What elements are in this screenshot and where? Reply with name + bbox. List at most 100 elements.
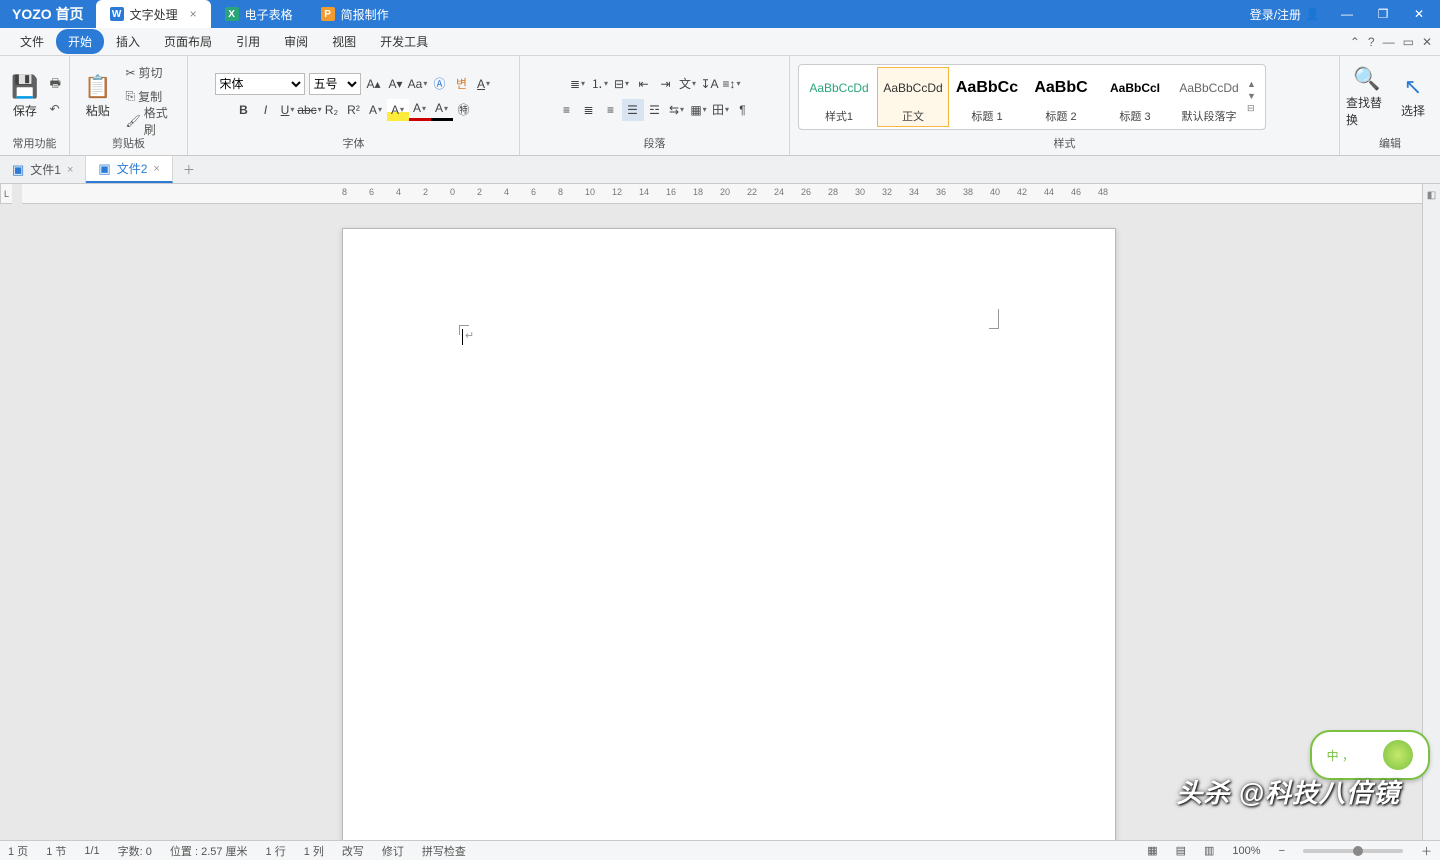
quick-print-button[interactable]: 🖶 xyxy=(46,73,65,97)
app-tab-文字处理[interactable]: W文字处理× xyxy=(96,0,211,28)
menu-插入[interactable]: 插入 xyxy=(104,29,152,54)
close-icon[interactable]: × xyxy=(67,164,73,176)
status-section[interactable]: 1 节 xyxy=(46,843,66,859)
bold-button[interactable]: B xyxy=(233,99,255,121)
close-icon[interactable]: × xyxy=(153,163,159,175)
sidepanel-toggle[interactable]: ◧ xyxy=(1426,190,1437,201)
superscript-button[interactable]: R² xyxy=(343,99,365,121)
window-close-icon[interactable]: ✕ xyxy=(1422,35,1432,49)
view-outline-button[interactable]: ▥ xyxy=(1204,844,1214,857)
document-page[interactable]: ↵ xyxy=(342,228,1116,840)
doc-tab-文件1[interactable]: ▣文件1× xyxy=(0,156,86,183)
select-button[interactable]: ↖选择 xyxy=(1390,72,1436,121)
styles-up[interactable]: ▲ xyxy=(1247,79,1261,89)
enclose-char-button[interactable]: ㊕ xyxy=(453,99,475,121)
font-name-select[interactable]: 宋体 xyxy=(215,73,305,95)
show-marks-button[interactable]: ¶ xyxy=(732,99,754,121)
status-position[interactable]: 位置 : 2.57 厘米 xyxy=(170,843,248,859)
clear-format-button[interactable]: Ⓐ xyxy=(429,73,451,95)
char-shading-button[interactable]: A xyxy=(431,99,453,121)
menu-开始[interactable]: 开始 xyxy=(56,29,104,54)
bullets-button[interactable]: ≣ xyxy=(567,73,589,95)
char-border-button[interactable]: A xyxy=(473,73,495,95)
change-case-button[interactable]: Aa xyxy=(407,73,429,95)
new-tab-button[interactable]: ＋ xyxy=(173,156,205,183)
window-restore-icon[interactable]: ▭ xyxy=(1403,35,1414,49)
status-overwrite[interactable]: 改写 xyxy=(342,843,364,859)
doc-tab-文件2[interactable]: ▣文件2× xyxy=(86,156,172,183)
line-spacing-button[interactable]: ≡↕ xyxy=(721,73,743,95)
underline-button[interactable]: U xyxy=(277,99,299,121)
numbering-button[interactable]: ⒈ xyxy=(589,73,611,95)
status-spell[interactable]: 拼写检查 xyxy=(422,843,466,859)
strikethrough-button[interactable]: abc xyxy=(299,99,321,121)
undo-button[interactable]: ↶ xyxy=(46,97,65,121)
window-min-icon[interactable]: — xyxy=(1383,35,1395,49)
find-replace-button[interactable]: 🔍查找替换 xyxy=(1344,64,1390,130)
status-zoom[interactable]: 100% xyxy=(1232,845,1260,857)
menu-文件[interactable]: 文件 xyxy=(8,29,56,54)
borders-button[interactable]: 田 xyxy=(710,99,732,121)
status-row[interactable]: 1 行 xyxy=(266,843,286,859)
emphasis-button[interactable]: A xyxy=(365,99,387,121)
align-left-button[interactable]: ≡ xyxy=(556,99,578,121)
highlight-button[interactable]: A xyxy=(387,99,409,121)
style-样式1[interactable]: AaBbCcDd样式1 xyxy=(803,67,875,127)
menu-视图[interactable]: 视图 xyxy=(320,29,368,54)
tab-stop-selector[interactable]: L xyxy=(0,184,12,204)
menu-页面布局[interactable]: 页面布局 xyxy=(152,29,224,54)
style-标题 3[interactable]: AaBbCcI标题 3 xyxy=(1099,67,1171,127)
font-color-button[interactable]: A xyxy=(409,99,431,121)
app-tab-简报制作[interactable]: P简报制作 xyxy=(307,0,403,28)
paste-button[interactable]: 📋粘贴 xyxy=(74,72,121,121)
multilevel-button[interactable]: ⊟ xyxy=(611,73,633,95)
style-标题 1[interactable]: AaBbCc标题 1 xyxy=(951,67,1023,127)
align-justify-button[interactable]: ☰ xyxy=(622,99,644,121)
styles-down[interactable]: ▼ xyxy=(1247,91,1261,101)
menu-审阅[interactable]: 审阅 xyxy=(272,29,320,54)
subscript-button[interactable]: R₂ xyxy=(321,99,343,121)
style-标题 2[interactable]: AaBbC标题 2 xyxy=(1025,67,1097,127)
decrease-indent-button[interactable]: ⇤ xyxy=(633,73,655,95)
style-正文[interactable]: AaBbCcDd正文 xyxy=(877,67,949,127)
grow-font-button[interactable]: A▴ xyxy=(363,73,385,95)
sort-button[interactable]: ↧A xyxy=(699,73,721,95)
text-direction-button[interactable]: 文 xyxy=(677,73,699,95)
status-col[interactable]: 1 列 xyxy=(304,843,324,859)
view-print-button[interactable]: ▦ xyxy=(1147,844,1157,857)
close-button[interactable]: ✕ xyxy=(1404,7,1434,21)
save-button[interactable]: 💾保存 xyxy=(4,72,46,121)
shrink-font-button[interactable]: A▾ xyxy=(385,73,407,95)
status-words[interactable]: 字数: 0 xyxy=(118,843,152,859)
horizontal-ruler[interactable]: 8642024681012141618202224262830323436384… xyxy=(22,184,1422,204)
tab-button[interactable]: ⇆ xyxy=(666,99,688,121)
menu-开发工具[interactable]: 开发工具 xyxy=(368,29,440,54)
shading-button[interactable]: ▦ xyxy=(688,99,710,121)
styles-more[interactable]: ⊟ xyxy=(1247,103,1261,114)
align-right-button[interactable]: ≡ xyxy=(600,99,622,121)
app-tab-电子表格[interactable]: X电子表格 xyxy=(211,0,307,28)
status-track[interactable]: 修订 xyxy=(382,843,404,859)
style-默认段落字[interactable]: AaBbCcDd默认段落字 xyxy=(1173,67,1245,127)
zoom-slider[interactable] xyxy=(1303,849,1403,853)
increase-indent-button[interactable]: ⇥ xyxy=(655,73,677,95)
zoom-in-button[interactable]: ＋ xyxy=(1421,843,1432,859)
align-distribute-button[interactable]: ☲ xyxy=(644,99,666,121)
font-size-select[interactable]: 五号 xyxy=(309,73,361,95)
phonetic-button[interactable]: 변 xyxy=(451,73,473,95)
login-button[interactable]: 登录/注册👤 xyxy=(1244,6,1326,23)
menu-引用[interactable]: 引用 xyxy=(224,29,272,54)
zoom-out-button[interactable]: − xyxy=(1279,845,1285,857)
cut-button[interactable]: ✂剪切 xyxy=(121,61,183,85)
view-web-button[interactable]: ▤ xyxy=(1176,844,1186,857)
status-page[interactable]: 1 页 xyxy=(8,843,28,859)
help-icon[interactable]: ? xyxy=(1368,35,1375,49)
minimize-button[interactable]: — xyxy=(1332,7,1362,21)
align-center-button[interactable]: ≣ xyxy=(578,99,600,121)
format-painter-button[interactable]: 🖌格式刷 xyxy=(121,109,183,133)
ribbon-collapse-icon[interactable]: ⌃ xyxy=(1350,35,1360,49)
italic-button[interactable]: I xyxy=(255,99,277,121)
status-pages[interactable]: 1/1 xyxy=(84,845,99,857)
close-icon[interactable]: × xyxy=(190,7,197,21)
maximize-button[interactable]: ❐ xyxy=(1368,7,1398,21)
